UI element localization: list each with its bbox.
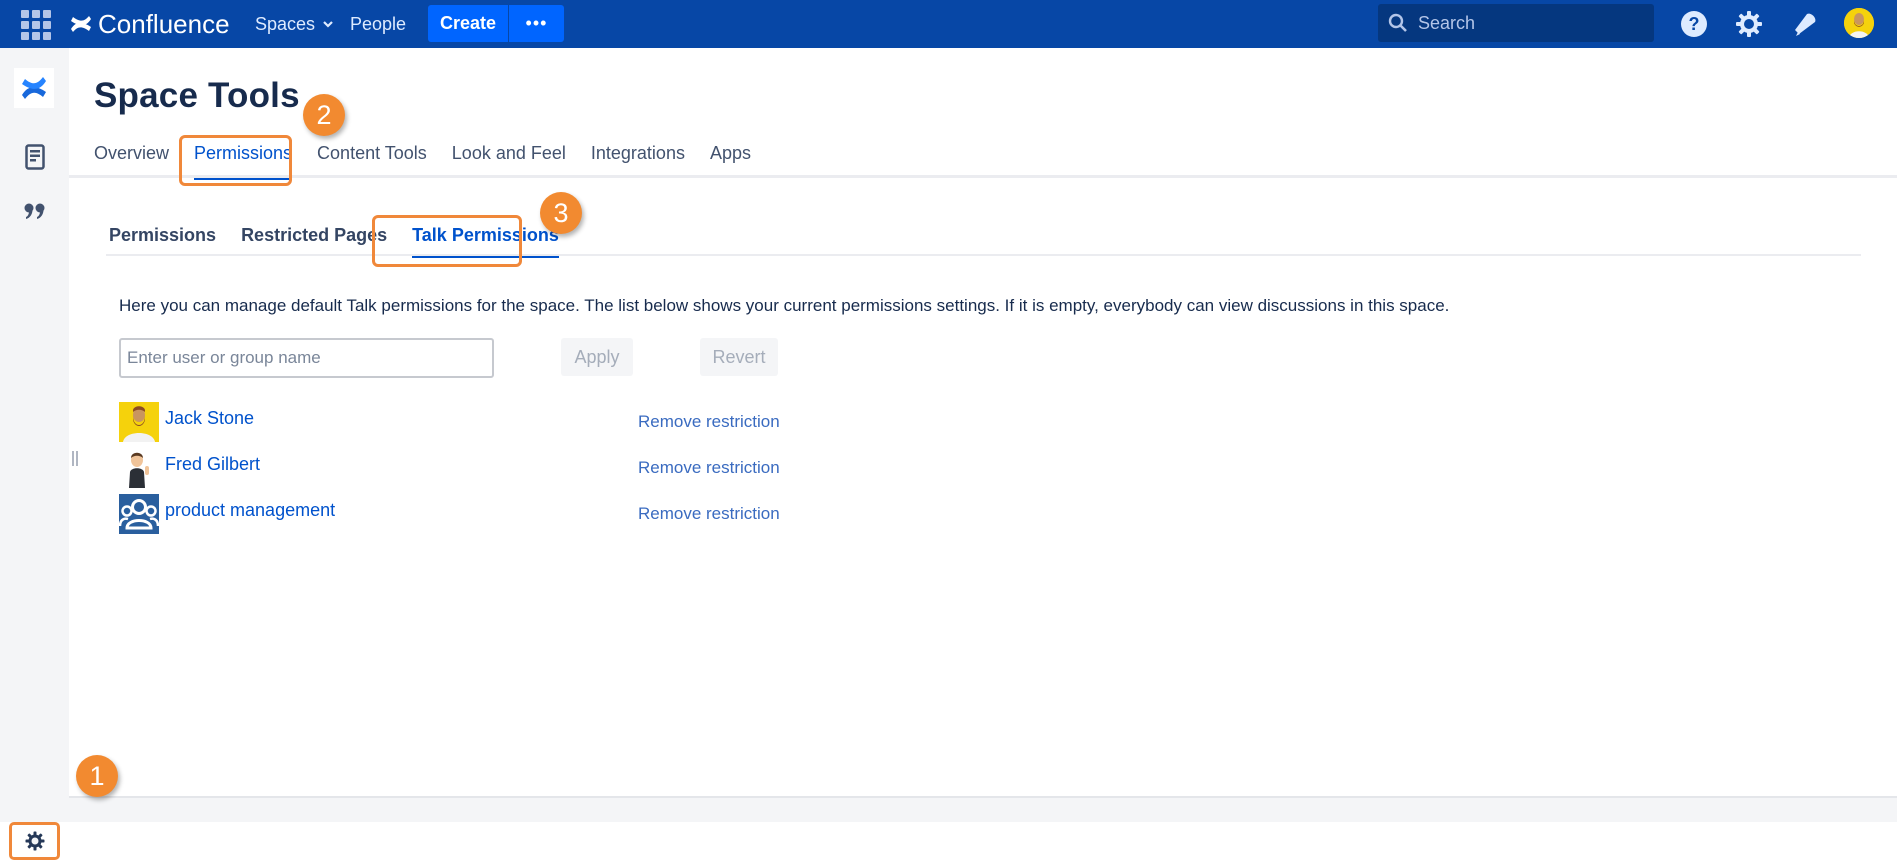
create-button[interactable]: Create (428, 5, 508, 42)
tab-overview[interactable]: Overview (94, 143, 169, 173)
user-avatar-fred-gilbert (119, 448, 159, 488)
remove-restriction-link[interactable]: Remove restriction (638, 458, 780, 478)
permission-name-link[interactable]: Fred Gilbert (165, 454, 260, 475)
sidebar-resize-handle[interactable] (72, 451, 78, 466)
app-switcher-icon[interactable] (19, 8, 51, 40)
step-badge-3: 3 (540, 192, 582, 234)
step-badge-2: 2 (303, 94, 345, 136)
user-avatar[interactable] (1844, 8, 1874, 38)
create-more-button[interactable]: ••• (509, 5, 564, 42)
help-icon[interactable]: ? (1679, 9, 1709, 39)
footer-bar (69, 796, 1897, 822)
chevron-down-icon (323, 21, 333, 28)
subtab-restricted-pages[interactable]: Restricted Pages (241, 225, 387, 255)
permission-name-link[interactable]: Jack Stone (165, 408, 254, 429)
tab-integrations[interactable]: Integrations (591, 143, 685, 173)
permission-row: Fred Gilbert Remove restriction (119, 448, 819, 488)
tab-content-tools[interactable]: Content Tools (317, 143, 427, 173)
blog-quote-icon[interactable] (22, 199, 48, 225)
search-icon (1388, 13, 1407, 32)
settings-icon[interactable] (1734, 9, 1764, 39)
group-avatar-icon (119, 494, 159, 534)
pages-icon[interactable] (22, 144, 48, 170)
revert-button[interactable]: Revert (700, 338, 778, 376)
product-name: Confluence (98, 8, 230, 39)
tab-apps[interactable]: Apps (710, 143, 751, 173)
subtabs-divider (106, 254, 1861, 256)
user-avatar-jack-stone (119, 402, 159, 442)
space-settings-button[interactable] (9, 822, 60, 860)
tabs-divider (69, 175, 1897, 178)
talk-permissions-description: Here you can manage default Talk permiss… (119, 296, 1450, 315)
confluence-logo[interactable]: Confluence (70, 8, 230, 40)
svg-text:?: ? (1689, 14, 1700, 34)
nav-spaces-label: Spaces (255, 13, 316, 34)
step-badge-1: 1 (76, 755, 118, 797)
permission-row: Jack Stone Remove restriction (119, 402, 819, 442)
space-sidebar (0, 48, 69, 860)
confluence-logo-icon (71, 16, 91, 32)
nav-spaces[interactable]: Spaces (255, 12, 335, 36)
permission-name-link[interactable]: product management (165, 500, 335, 521)
subtab-permissions[interactable]: Permissions (109, 225, 216, 255)
search-placeholder: Search (1418, 12, 1476, 33)
tab-look-and-feel[interactable]: Look and Feel (452, 143, 566, 173)
highlight-talk-permissions-subtab (372, 215, 522, 267)
notifications-icon[interactable] (1790, 9, 1820, 39)
permission-row: product management Remove restriction (119, 494, 819, 534)
page-title: Space Tools (94, 76, 300, 115)
remove-restriction-link[interactable]: Remove restriction (638, 412, 780, 432)
space-logo-icon (22, 77, 46, 99)
remove-restriction-link[interactable]: Remove restriction (638, 504, 780, 524)
search-input[interactable]: Search (1378, 4, 1654, 42)
user-group-input[interactable] (119, 338, 494, 378)
top-navigation-bar: Confluence Spaces People Create ••• Sear… (0, 0, 1897, 48)
apply-button[interactable]: Apply (561, 338, 633, 376)
nav-people-label: People (350, 13, 407, 34)
more-icon: ••• (525, 13, 548, 33)
highlight-permissions-tab (179, 135, 292, 186)
space-settings-gear-icon (25, 831, 44, 851)
space-logo[interactable] (14, 68, 54, 108)
nav-people[interactable]: People (350, 12, 406, 36)
